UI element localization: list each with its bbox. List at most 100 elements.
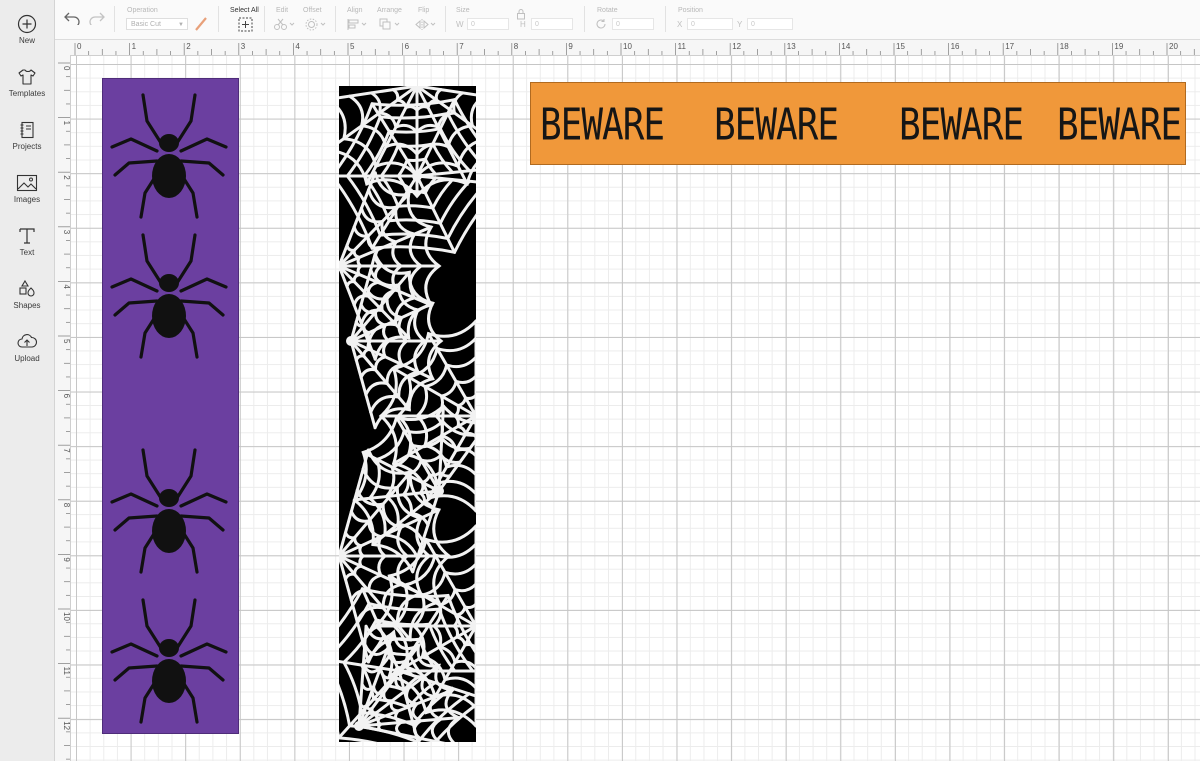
pos-x-letter: X (677, 20, 683, 29)
shirt-icon (18, 69, 36, 85)
position-y-field[interactable]: 0 (747, 18, 793, 30)
ruler-number: 1 (132, 42, 137, 51)
ruler-number: 0 (62, 66, 70, 71)
ruler-number: 19 (1114, 42, 1123, 51)
width-field[interactable]: 0 (467, 18, 509, 30)
sidebar-item-label: Text (19, 248, 35, 257)
redo-icon[interactable] (88, 11, 106, 25)
upload-icon (17, 334, 38, 348)
toolbar-divider (445, 6, 446, 32)
ruler-number: 7 (459, 42, 464, 51)
position-label: Position (678, 7, 703, 14)
purple-spider-strip[interactable] (102, 78, 239, 734)
ruler-number: 10 (623, 42, 632, 51)
ruler-number: 10 (62, 612, 70, 621)
arrange-label: Arrange (377, 7, 402, 14)
image-icon (16, 174, 38, 192)
ruler-number: 13 (787, 42, 796, 51)
ruler-number: 20 (1169, 42, 1178, 51)
spider-icon (110, 448, 228, 574)
design-panel-sidebar: New Templates Projects Images Text Shape… (0, 0, 55, 761)
design-canvas[interactable]: BEWARE BEWARE BEWARE BEWARE (71, 56, 1200, 761)
ruler-number: 5 (350, 42, 355, 51)
select-all-icon[interactable] (238, 17, 253, 32)
beware-text: BEWARE (899, 101, 1024, 151)
ruler-ticks: 0 1 2 3 4 5 6 7 8 9 10 11 12 13 14 15 16 17 18 19 20 (74, 42, 1195, 55)
arrange-icon[interactable] (379, 18, 401, 31)
projects-icon (20, 121, 34, 139)
sidebar-item-images[interactable]: Images (0, 173, 54, 223)
ruler-ticks: 0123456789101112 (58, 62, 70, 760)
height-field[interactable]: 0 (531, 18, 573, 30)
toolbar-divider (264, 6, 265, 32)
ruler-number: 6 (62, 394, 70, 399)
edit-toolbar: Operation Basic Cut ▼ Select All Edit Of… (55, 0, 1200, 40)
width-letter: W (456, 20, 464, 29)
spider-icon (110, 233, 228, 359)
ruler-number: 14 (841, 42, 850, 51)
orange-beware-strip[interactable]: BEWARE BEWARE BEWARE BEWARE (530, 82, 1186, 165)
ruler-number: 18 (1060, 42, 1069, 51)
horizontal-ruler: 0 1 2 3 4 5 6 7 8 9 10 11 12 13 14 15 16 17 18 19 20 (55, 40, 1200, 56)
ruler-number: 9 (62, 557, 70, 562)
ruler-number: 1 (62, 121, 70, 126)
ruler-number: 16 (951, 42, 960, 51)
sidebar-item-text[interactable]: Text (0, 226, 54, 276)
pos-y-letter: Y (737, 20, 743, 29)
pen-color-icon[interactable] (194, 16, 208, 32)
sidebar-item-projects[interactable]: Projects (0, 120, 54, 170)
operation-select[interactable]: Basic Cut ▼ (126, 18, 188, 30)
spider-icon (110, 93, 228, 219)
sidebar-item-label: Images (13, 195, 41, 204)
ruler-number: 11 (678, 42, 687, 51)
toolbar-divider (584, 6, 585, 32)
ruler-number: 4 (295, 42, 300, 51)
toolbar-divider (335, 6, 336, 32)
sidebar-item-label: Projects (12, 142, 42, 151)
select-all-label: Select All (230, 7, 259, 14)
rotate-icon (596, 19, 606, 29)
rotate-label: Rotate (597, 7, 618, 14)
height-letter: H (520, 20, 526, 29)
beware-text: BEWARE (714, 101, 839, 151)
position-x-field[interactable]: 0 (687, 18, 733, 30)
ruler-number: 12 (62, 721, 70, 730)
ruler-number: 3 (241, 42, 246, 51)
beware-text: BEWARE (540, 101, 665, 151)
ruler-number: 9 (568, 42, 573, 51)
sidebar-item-label: Shapes (13, 301, 41, 310)
new-icon (17, 14, 37, 34)
sidebar-item-shapes[interactable]: Shapes (0, 279, 54, 329)
sidebar-item-label: New (18, 36, 35, 45)
flip-label: Flip (418, 7, 430, 14)
undo-icon[interactable] (63, 11, 81, 25)
operation-value: Basic Cut (131, 21, 161, 28)
flip-icon[interactable] (415, 18, 437, 31)
text-icon (19, 228, 35, 244)
spiderweb-pattern (339, 86, 476, 742)
ruler-number: 8 (62, 503, 70, 508)
operation-label: Operation (127, 7, 158, 14)
black-spiderweb-strip[interactable] (339, 86, 476, 742)
offset-icon[interactable] (305, 18, 327, 31)
sidebar-item-label: Templates (8, 89, 46, 98)
sidebar-item-label: Upload (14, 354, 40, 363)
chevron-down-icon: ▼ (178, 22, 184, 28)
lock-icon[interactable] (516, 8, 526, 20)
ruler-number: 11 (62, 667, 70, 676)
ruler-number: 17 (1005, 42, 1014, 51)
ruler-number: 6 (405, 42, 410, 51)
rotate-field[interactable]: 0 (612, 18, 654, 30)
sidebar-item-new[interactable]: New (0, 14, 54, 64)
align-label: Align (347, 7, 363, 14)
edit-label: Edit (276, 7, 289, 14)
ruler-number: 12 (732, 42, 741, 51)
ruler-number: 8 (514, 42, 519, 51)
edit-scissors-icon[interactable] (273, 18, 295, 31)
align-icon[interactable] (346, 18, 368, 31)
size-label: Size (456, 7, 470, 14)
sidebar-item-templates[interactable]: Templates (0, 67, 54, 117)
ruler-number: 2 (186, 42, 191, 51)
shapes-icon (19, 279, 35, 297)
sidebar-item-upload[interactable]: Upload (0, 332, 54, 382)
